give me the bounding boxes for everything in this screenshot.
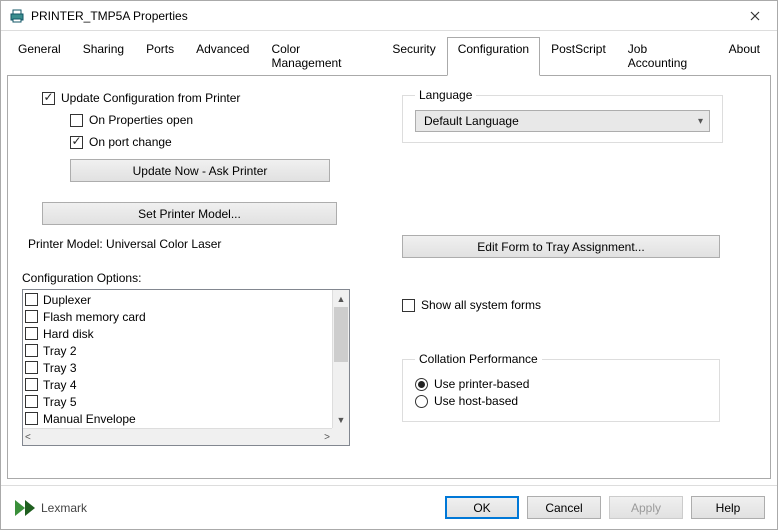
list-item-label: Duplexer [43, 293, 91, 307]
listbox-items: Duplexer Flash memory card Hard disk Tra… [23, 290, 332, 428]
scroll-up-icon[interactable]: ▲ [333, 290, 349, 307]
checkbox-icon [25, 378, 38, 391]
on-port-change-label: On port change [89, 135, 172, 149]
window-title: PRINTER_TMP5A Properties [31, 9, 732, 23]
language-group: Language Default Language ▾ [402, 88, 723, 143]
cancel-button[interactable]: Cancel [527, 496, 601, 519]
tab-security[interactable]: Security [381, 37, 446, 76]
update-config-checkbox[interactable]: Update Configuration from Printer [42, 91, 372, 105]
list-item[interactable]: Flash memory card [25, 308, 330, 325]
checkbox-icon [402, 299, 415, 312]
ok-button[interactable]: OK [445, 496, 519, 519]
list-item[interactable]: Manual Envelope [25, 410, 330, 427]
list-item[interactable]: Hard disk [25, 325, 330, 342]
tab-about[interactable]: About [718, 37, 771, 76]
tab-configuration[interactable]: Configuration [447, 37, 540, 76]
configuration-options-label: Configuration Options: [22, 271, 372, 285]
list-item-label: Tray 5 [43, 395, 77, 409]
vertical-scrollbar[interactable]: ▲ ▼ [332, 290, 349, 428]
brand-text: Lexmark [41, 501, 87, 515]
horizontal-scrollbar[interactable]: < > [23, 428, 332, 445]
checkbox-icon [25, 310, 38, 323]
properties-dialog: PRINTER_TMP5A Properties General Sharing… [0, 0, 778, 530]
list-item[interactable]: Tray 3 [25, 359, 330, 376]
edit-form-tray-button[interactable]: Edit Form to Tray Assignment... [402, 235, 720, 258]
tab-advanced[interactable]: Advanced [185, 37, 260, 76]
language-legend: Language [415, 88, 476, 102]
list-item-label: Flash memory card [43, 310, 146, 324]
list-item-label: Manual Envelope [43, 412, 136, 426]
collation-printer-label: Use printer-based [434, 377, 529, 391]
list-item[interactable]: Tray 5 [25, 393, 330, 410]
titlebar: PRINTER_TMP5A Properties [1, 1, 777, 31]
scroll-thumb[interactable] [334, 307, 348, 362]
update-now-button[interactable]: Update Now - Ask Printer [70, 159, 330, 182]
radio-icon [415, 395, 428, 408]
tab-postscript[interactable]: PostScript [540, 37, 617, 76]
show-all-forms-label: Show all system forms [421, 298, 541, 312]
tab-ports[interactable]: Ports [135, 37, 185, 76]
show-all-forms-checkbox[interactable]: Show all system forms [402, 298, 756, 312]
list-item[interactable]: Duplexer [25, 291, 330, 308]
list-item-label: Hard disk [43, 327, 94, 341]
tab-general[interactable]: General [7, 37, 72, 76]
tab-color-management[interactable]: Color Management [260, 37, 381, 76]
scroll-right-icon[interactable]: > [324, 432, 330, 443]
language-select[interactable]: Default Language ▾ [415, 110, 710, 132]
checkbox-icon [70, 136, 83, 149]
configuration-options-listbox[interactable]: Duplexer Flash memory card Hard disk Tra… [22, 289, 350, 446]
tabstrip: General Sharing Ports Advanced Color Man… [1, 33, 777, 76]
checkbox-icon [25, 327, 38, 340]
on-properties-open-checkbox[interactable]: On Properties open [70, 113, 372, 127]
checkbox-icon [25, 361, 38, 374]
collation-group: Collation Performance Use printer-based … [402, 352, 720, 422]
checkbox-icon [42, 92, 55, 105]
scroll-down-icon[interactable]: ▼ [333, 411, 349, 428]
language-value: Default Language [424, 114, 519, 128]
printer-icon [9, 8, 25, 24]
update-config-label: Update Configuration from Printer [61, 91, 240, 105]
checkbox-icon [25, 344, 38, 357]
collation-host-label: Use host-based [434, 394, 518, 408]
list-item[interactable]: Tray 4 [25, 376, 330, 393]
tab-job-accounting[interactable]: Job Accounting [617, 37, 718, 76]
close-button[interactable] [732, 1, 777, 30]
list-item[interactable]: Tray 2 [25, 342, 330, 359]
on-properties-open-label: On Properties open [89, 113, 193, 127]
help-button[interactable]: Help [691, 496, 765, 519]
collation-legend: Collation Performance [415, 352, 542, 366]
checkbox-icon [70, 114, 83, 127]
scroll-corner [332, 428, 349, 445]
checkbox-icon [25, 395, 38, 408]
apply-button[interactable]: Apply [609, 496, 683, 519]
chevron-down-icon: ▾ [698, 116, 703, 127]
checkbox-icon [25, 293, 38, 306]
printer-model-text: Printer Model: Universal Color Laser [28, 237, 372, 251]
list-item-label: Tray 4 [43, 378, 77, 392]
tab-sharing[interactable]: Sharing [72, 37, 135, 76]
checkbox-icon [25, 412, 38, 425]
collation-printer-radio[interactable]: Use printer-based [415, 377, 707, 391]
scroll-left-icon[interactable]: < [25, 432, 31, 443]
set-printer-model-button[interactable]: Set Printer Model... [42, 202, 337, 225]
collation-host-radio[interactable]: Use host-based [415, 394, 707, 408]
list-item-label: Tray 3 [43, 361, 77, 375]
tab-panel-configuration: Update Configuration from Printer On Pro… [7, 76, 771, 479]
on-port-change-checkbox[interactable]: On port change [70, 135, 372, 149]
list-item-label: Tray 2 [43, 344, 77, 358]
brand: Lexmark [13, 497, 437, 519]
lexmark-logo-icon [13, 497, 35, 519]
radio-icon [415, 378, 428, 391]
dialog-footer: Lexmark OK Cancel Apply Help [1, 485, 777, 529]
